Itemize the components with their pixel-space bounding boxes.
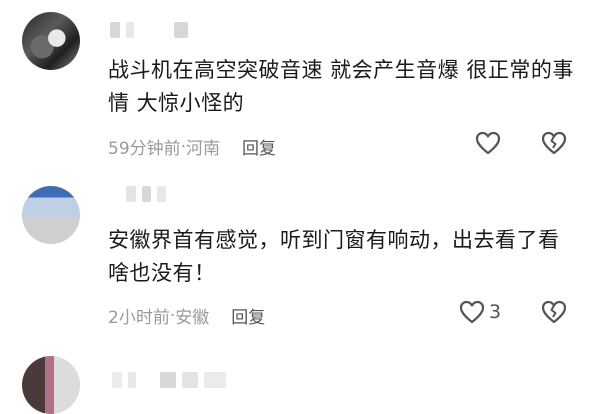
broken-heart-icon bbox=[541, 300, 567, 324]
comment-location: 安徽 bbox=[175, 308, 210, 328]
heart-outline-icon bbox=[459, 300, 485, 324]
comment-text: 安徽界首有感觉，听到门窗有响动，出去看了看啥也没有！ bbox=[108, 228, 560, 285]
comment-meta: 2小时前 · 安徽 回复 bbox=[108, 303, 265, 329]
avatar[interactable] bbox=[22, 12, 80, 70]
comment-time: 2小时前 bbox=[108, 308, 170, 328]
comment-text: 战斗机在高空突破音速 就会产生音爆 很正常的事情 大惊小怪的 bbox=[108, 58, 574, 115]
username-blurred[interactable] bbox=[126, 186, 166, 202]
heart-outline-icon bbox=[475, 131, 501, 155]
comment-time: 59分钟前 bbox=[108, 139, 181, 159]
like-count: 3 bbox=[489, 301, 502, 323]
username-blurred[interactable] bbox=[110, 22, 188, 38]
like-button[interactable] bbox=[475, 131, 501, 155]
comment-location: 河南 bbox=[186, 139, 221, 159]
reply-button[interactable]: 回复 bbox=[231, 303, 265, 328]
comment-meta: 59分钟前 · 河南 回复 bbox=[108, 134, 276, 160]
username-blurred[interactable] bbox=[112, 372, 226, 388]
dislike-button[interactable] bbox=[541, 300, 567, 324]
avatar[interactable] bbox=[22, 186, 80, 244]
dislike-button[interactable] bbox=[541, 131, 567, 155]
avatar[interactable] bbox=[22, 356, 80, 414]
broken-heart-icon bbox=[541, 131, 567, 155]
like-button[interactable]: 3 bbox=[459, 300, 501, 324]
reply-button[interactable]: 回复 bbox=[242, 134, 276, 159]
